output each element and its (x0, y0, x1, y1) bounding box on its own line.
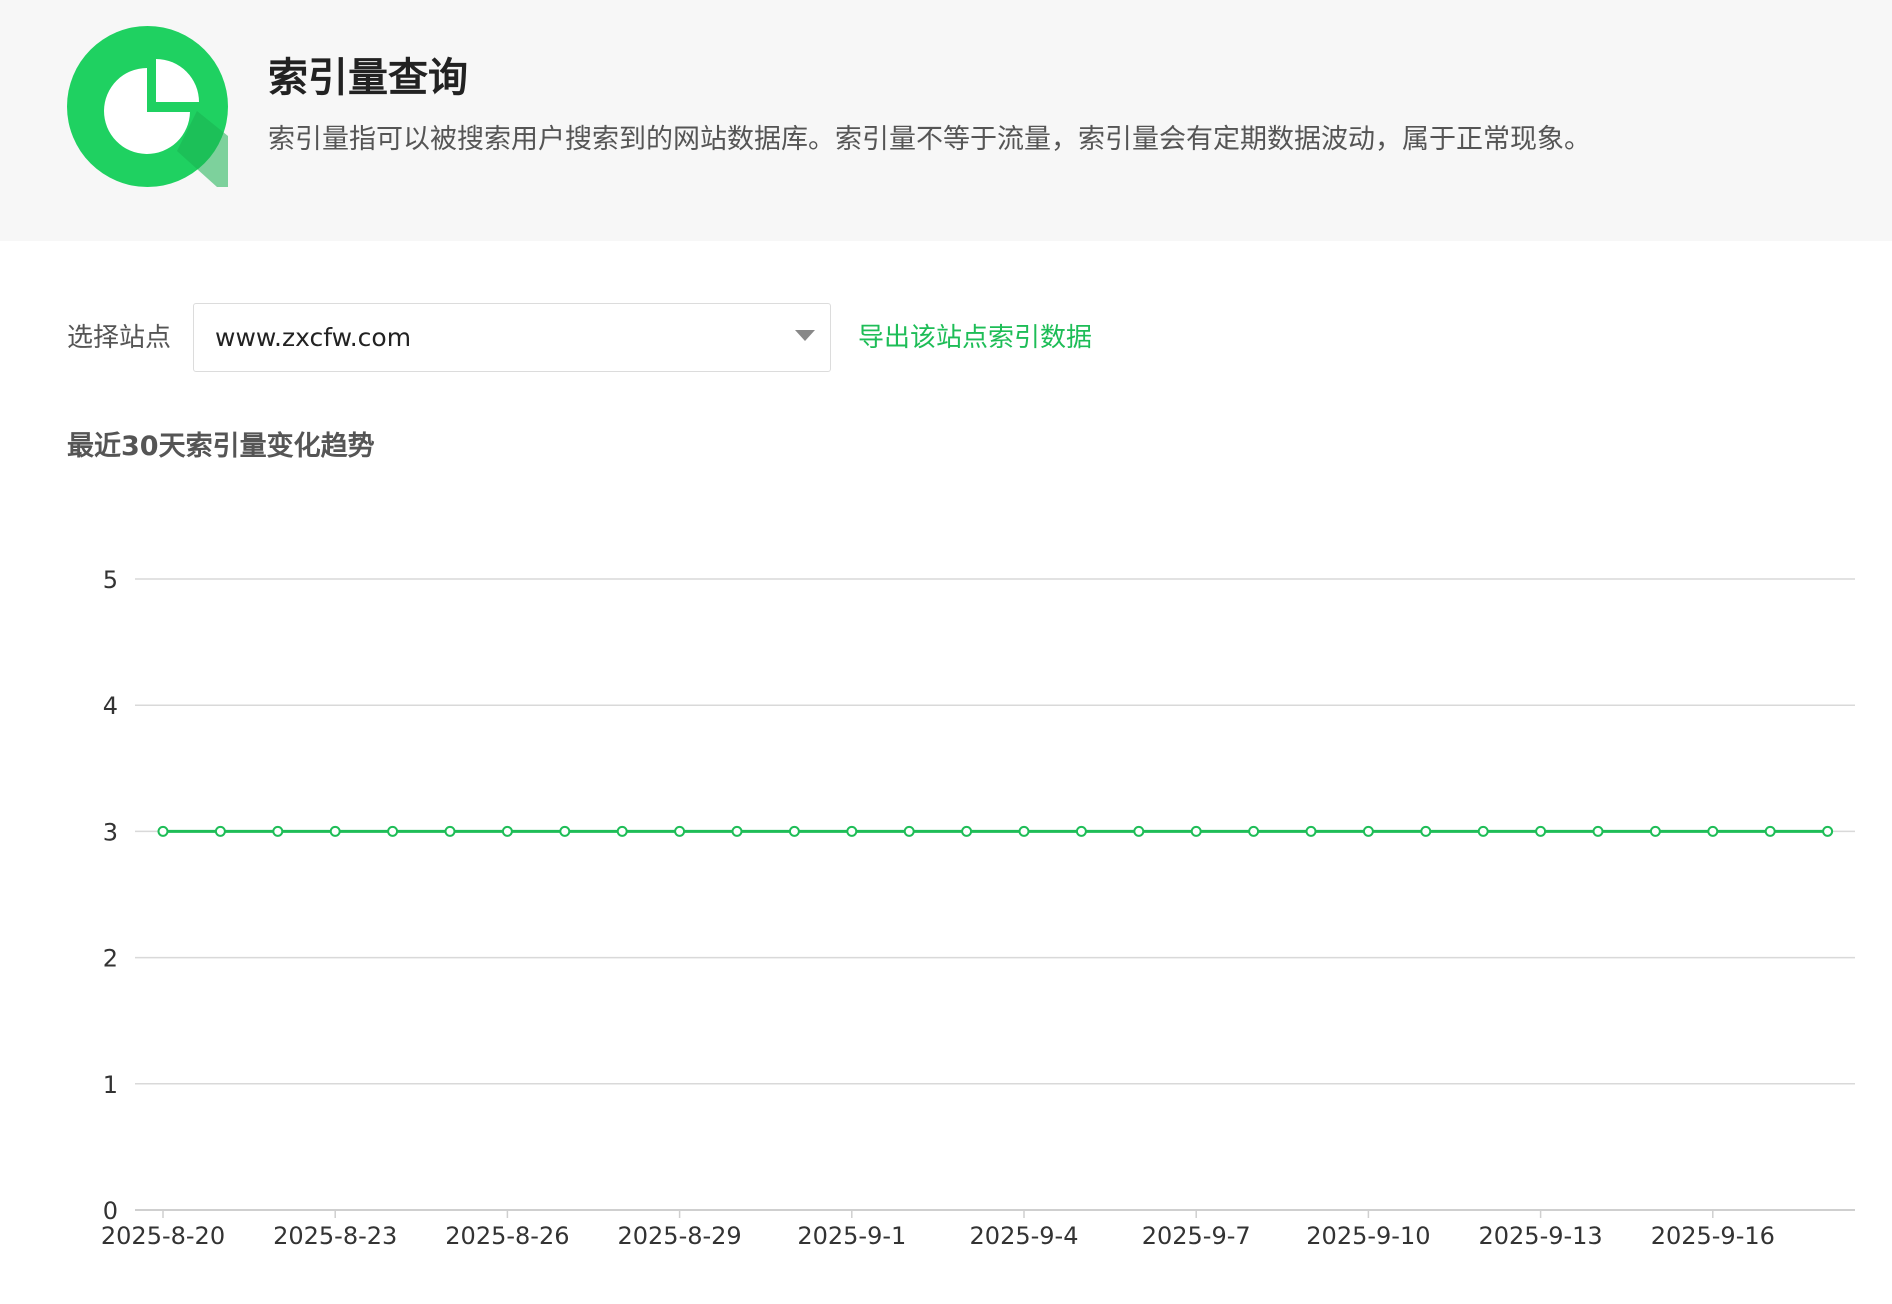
data-point (1018, 825, 1030, 837)
data-point (501, 825, 513, 837)
data-point (674, 825, 686, 837)
data-point (1535, 825, 1547, 837)
x-tick-label: 2025-9-7 (1142, 1222, 1251, 1250)
data-point (1075, 825, 1087, 837)
data-point (1248, 825, 1260, 837)
data-point (1190, 825, 1202, 837)
data-point (1592, 825, 1604, 837)
y-tick-label: 0 (103, 1197, 118, 1225)
data-point (1305, 825, 1317, 837)
y-tick-label: 3 (103, 818, 118, 846)
data-point (272, 825, 284, 837)
x-tick-label: 2025-9-13 (1478, 1222, 1602, 1250)
data-point (157, 825, 169, 837)
data-point (1362, 825, 1374, 837)
index-trend-chart: 0 1 2 3 4 5 2025-8-20 2025-8-23 2025-8-26 2025-8-… (101, 566, 1855, 1250)
data-point (444, 825, 456, 837)
x-tick-label: 2025-9-10 (1306, 1222, 1430, 1250)
x-tick-label: 2025-8-29 (617, 1222, 741, 1250)
data-point (329, 825, 341, 837)
data-point (1649, 825, 1661, 837)
data-point (387, 825, 399, 837)
data-point (961, 825, 973, 837)
data-point (1133, 825, 1145, 837)
data-point (1822, 825, 1834, 837)
y-tick-label: 1 (103, 1071, 118, 1099)
data-point (214, 825, 226, 837)
x-tick-label: 2025-8-23 (273, 1222, 397, 1250)
data-point (1764, 825, 1776, 837)
x-tick-label: 2025-9-16 (1651, 1222, 1775, 1250)
y-tick-label: 2 (103, 945, 118, 973)
x-tick-label: 2025-9-4 (970, 1222, 1079, 1250)
data-point (616, 825, 628, 837)
data-point (559, 825, 571, 837)
data-point (731, 825, 743, 837)
y-tick-label: 5 (103, 566, 118, 594)
data-point (1477, 825, 1489, 837)
y-tick-label: 4 (103, 692, 118, 720)
data-point (1420, 825, 1432, 837)
x-tick-label: 2025-8-26 (445, 1222, 569, 1250)
x-tick-label: 2025-9-1 (797, 1222, 906, 1250)
data-point (1707, 825, 1719, 837)
data-point (846, 825, 858, 837)
data-point (903, 825, 915, 837)
data-point (788, 825, 800, 837)
x-tick-label: 2025-8-20 (101, 1222, 225, 1250)
